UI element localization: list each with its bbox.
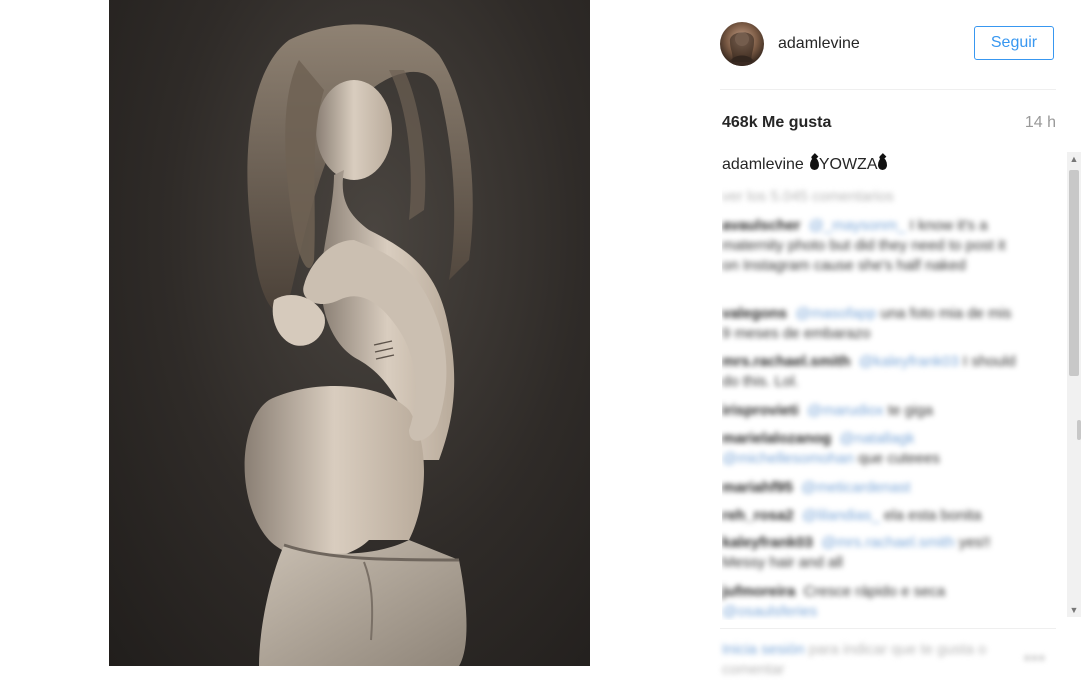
comment: jufmoreira Cresce rápido e seca @osaulsf…	[722, 582, 1022, 620]
comment-mention[interactable]: @lilandias_	[802, 507, 880, 524]
login-prompt: Inicia sesión para indicar que te gusta …	[722, 640, 1022, 680]
comment-text: que cuteees	[858, 450, 940, 467]
caption-username[interactable]: adamlevine	[722, 156, 804, 173]
comment-username[interactable]: mariahf95	[722, 479, 793, 496]
comment-mention[interactable]: @mrs.rachael.smith	[821, 534, 955, 551]
header-divider	[720, 89, 1056, 90]
comment-text: ela esta bonita	[883, 507, 982, 524]
comment: mariahf95 @meticardenast	[722, 478, 1022, 498]
comment-mention[interactable]: @kaleyfrank03	[859, 353, 959, 370]
comment-mention[interactable]: @masofapp	[795, 305, 876, 322]
view-all-comments-link[interactable]: ver los 5.045 comentarios	[722, 188, 894, 205]
follow-button[interactable]: Seguir	[974, 26, 1054, 60]
comment: marielalozanog @natallagk @michellesomoh…	[722, 429, 1022, 469]
likes-count[interactable]: 468k Me gusta	[722, 114, 831, 132]
comment: kaleyfrank03 @mrs.rachael.smith yes!! Me…	[722, 533, 1022, 573]
comment-mention[interactable]: @osaulsferies	[722, 603, 817, 620]
comment-username[interactable]: valegons	[722, 305, 787, 322]
arrow-up-icon[interactable]: ▲	[1067, 152, 1081, 166]
post-timestamp[interactable]: 14 h	[1010, 114, 1056, 132]
arrow-down-icon[interactable]: ▼	[1067, 603, 1081, 617]
comment-username[interactable]: reh_rosa2	[722, 507, 794, 524]
comment-mention[interactable]: @marudiox	[807, 402, 884, 419]
avatar[interactable]	[720, 22, 764, 66]
comment-mention[interactable]: @_maysonm_	[809, 217, 906, 234]
droplet-icon	[877, 158, 887, 170]
post-photo[interactable]	[109, 0, 590, 666]
comment-text: Cresce rápido e seca	[803, 583, 946, 600]
comments-panel: adamlevine YOWZA ver los 5.045 comentario…	[722, 150, 1060, 620]
comment-username[interactable]: kaleyfrank03	[722, 534, 813, 551]
post-header: adamlevine Seguir	[720, 20, 1056, 68]
page-scrollbar-handle[interactable]	[1077, 420, 1081, 440]
caption-text: YOWZA	[818, 156, 878, 173]
post-caption: adamlevine YOWZA	[722, 156, 887, 174]
comments-scrollbar[interactable]: ▲ ▼	[1067, 152, 1081, 617]
comment-username[interactable]: mrs.rachael.smith	[722, 353, 850, 370]
comment: irisprovieti @marudiox te giga	[722, 401, 1022, 421]
comment-mention[interactable]: @meticardenast	[801, 479, 910, 496]
login-link[interactable]: Inicia sesión	[722, 641, 805, 658]
comment-username[interactable]: marielalozanog	[722, 430, 831, 447]
comment: reh_rosa2 @lilandias_ ela esta bonita	[722, 506, 1022, 526]
comment: mrs.rachael.smith @kaleyfrank03 I should…	[722, 352, 1022, 392]
comment-username[interactable]: jufmoreira	[722, 583, 795, 600]
droplet-icon	[809, 158, 819, 170]
username-link[interactable]: adamlevine	[778, 35, 860, 53]
scrollbar-thumb[interactable]	[1069, 170, 1079, 376]
footer-divider	[720, 628, 1056, 629]
comment-username[interactable]: avaulscher	[722, 217, 800, 234]
comment: avaulscher @_maysonm_ I know it's a mate…	[722, 216, 1022, 276]
comment-username[interactable]: irisprovieti	[722, 402, 799, 419]
photo-illustration	[244, 24, 473, 666]
comment-text: te giga	[887, 402, 934, 419]
comment: valegons @masofapp una foto mia de mis 9…	[722, 304, 1022, 344]
